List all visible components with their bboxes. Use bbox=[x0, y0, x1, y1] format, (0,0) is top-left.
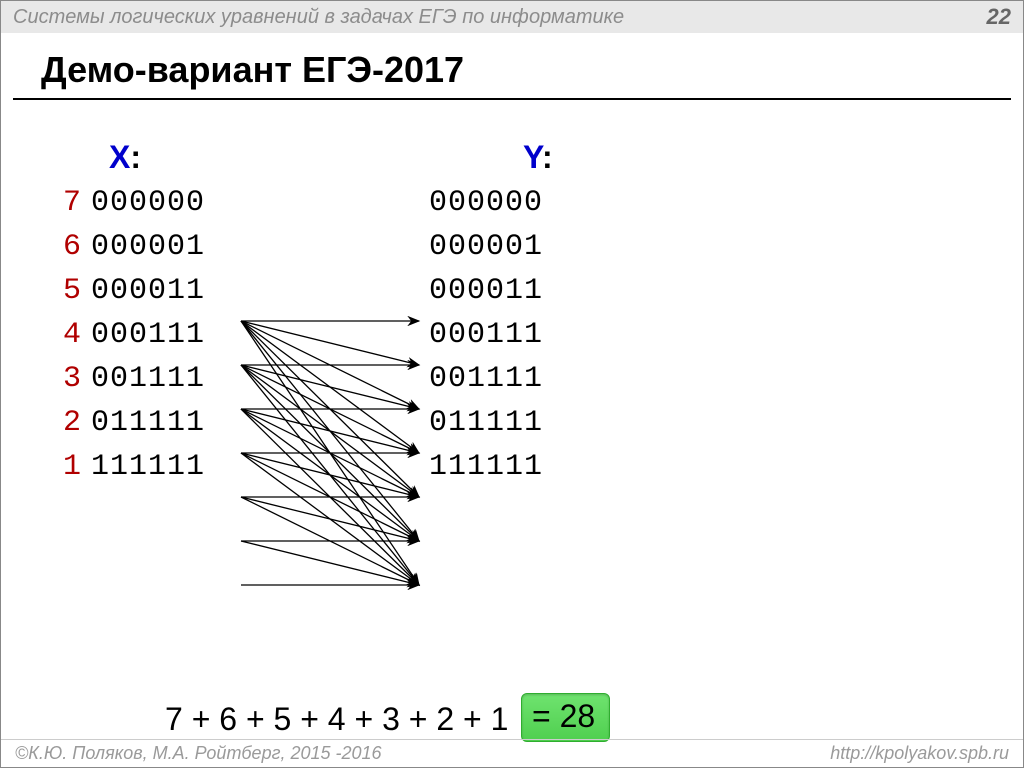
arrow bbox=[241, 497, 419, 585]
row-index: 7 bbox=[63, 186, 81, 220]
arrow bbox=[241, 321, 419, 585]
row-index: 4 bbox=[63, 318, 81, 352]
arrow bbox=[241, 365, 419, 497]
arrow bbox=[241, 409, 419, 585]
arrow bbox=[241, 409, 419, 541]
arrow bbox=[241, 453, 419, 497]
x-bits: 000011 bbox=[91, 274, 205, 308]
arrow bbox=[241, 321, 419, 409]
arrow bbox=[241, 365, 419, 453]
slide-title: Демо-вариант ЕГЭ-2017 bbox=[41, 49, 464, 91]
arrow bbox=[241, 453, 419, 541]
x-bits: 000000 bbox=[91, 186, 205, 220]
arrow bbox=[241, 365, 419, 541]
result-box: = 28 bbox=[521, 693, 610, 742]
arrow bbox=[241, 409, 419, 453]
column-x-letter: X bbox=[109, 139, 130, 175]
arrow bbox=[241, 497, 419, 541]
arrow bbox=[241, 365, 419, 585]
x-bits: 011111 bbox=[91, 406, 205, 440]
x-bits: 111111 bbox=[91, 450, 205, 484]
arrow bbox=[241, 321, 419, 497]
arrow bbox=[241, 541, 419, 585]
row-index: 2 bbox=[63, 406, 81, 440]
colon: : bbox=[542, 139, 553, 175]
y-bits: 000000 bbox=[429, 186, 543, 220]
y-bits: 011111 bbox=[429, 406, 543, 440]
slide-footer: ©К.Ю. Поляков, М.А. Ройтберг, 2015 -2016… bbox=[1, 739, 1023, 767]
colon: : bbox=[130, 139, 141, 175]
arrow bbox=[241, 365, 419, 409]
arrow bbox=[241, 321, 419, 365]
x-bits: 000001 bbox=[91, 230, 205, 264]
slide-body: X: Y: 7 000000 000000 6 000001 000001 5 000011 0… bbox=[1, 121, 1023, 737]
arrow bbox=[241, 321, 419, 453]
column-y-header: Y: bbox=[523, 139, 553, 176]
title-underline bbox=[13, 98, 1011, 100]
footer-left: ©К.Ю. Поляков, М.А. Ройтберг, 2015 -2016 bbox=[15, 743, 382, 764]
y-bits: 111111 bbox=[429, 450, 543, 484]
header-subject: Системы логических уравнений в задачах Е… bbox=[13, 6, 624, 29]
slide-header: Системы логических уравнений в задачах Е… bbox=[1, 1, 1023, 33]
row-index: 1 bbox=[63, 450, 81, 484]
x-bits: 001111 bbox=[91, 362, 205, 396]
column-x-header: X: bbox=[109, 139, 141, 176]
row-index: 5 bbox=[63, 274, 81, 308]
y-bits: 001111 bbox=[429, 362, 543, 396]
x-bits: 000111 bbox=[91, 318, 205, 352]
sum-expression: 7 + 6 + 5 + 4 + 3 + 2 + 1 bbox=[165, 701, 508, 738]
y-bits: 000011 bbox=[429, 274, 543, 308]
page-number: 22 bbox=[987, 4, 1011, 30]
row-index: 6 bbox=[63, 230, 81, 264]
slide: Системы логических уравнений в задачах Е… bbox=[0, 0, 1024, 768]
arrow bbox=[241, 453, 419, 585]
y-bits: 000001 bbox=[429, 230, 543, 264]
arrow bbox=[241, 321, 419, 541]
arrow bbox=[241, 409, 419, 497]
column-y-letter: Y bbox=[523, 139, 542, 175]
y-bits: 000111 bbox=[429, 318, 543, 352]
row-index: 3 bbox=[63, 362, 81, 396]
footer-right: http://kpolyakov.spb.ru bbox=[830, 743, 1009, 764]
